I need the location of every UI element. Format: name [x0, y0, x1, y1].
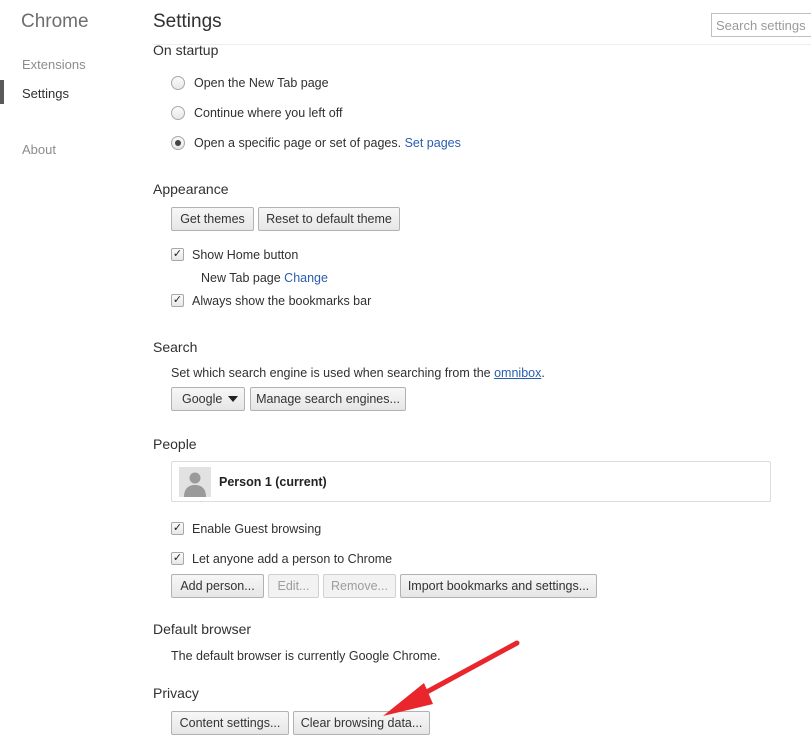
- person-name: Person 1 (current): [219, 475, 327, 489]
- anyone-add-label: Let anyone add a person to Chrome: [192, 552, 393, 566]
- search-engine-select[interactable]: Google: [171, 387, 245, 411]
- home-page-row: New Tab page Change: [201, 271, 328, 285]
- startup-label-continue: Continue where you left off: [194, 106, 343, 120]
- search-heading: Search: [153, 339, 198, 355]
- show-bookmarks-label: Always show the bookmarks bar: [192, 294, 372, 308]
- get-themes-button[interactable]: Get themes: [171, 207, 254, 231]
- startup-radio-new-tab[interactable]: [171, 76, 185, 90]
- people-heading: People: [153, 436, 197, 452]
- default-browser-text: The default browser is currently Google …: [171, 649, 441, 663]
- page-title: Settings: [153, 11, 222, 32]
- home-change-link[interactable]: Change: [284, 271, 328, 285]
- search-settings-input[interactable]: [711, 13, 811, 37]
- dropdown-arrow-icon: [228, 396, 238, 402]
- sidebar-item-extensions[interactable]: Extensions: [22, 57, 86, 72]
- startup-heading: On startup: [153, 42, 219, 58]
- content-settings-button[interactable]: Content settings...: [171, 711, 289, 735]
- import-bookmarks-button[interactable]: Import bookmarks and settings...: [400, 574, 597, 598]
- person-avatar-icon: [184, 472, 206, 497]
- search-description-row: Set which search engine is used when sea…: [171, 366, 545, 380]
- home-page-text: New Tab page: [201, 271, 281, 285]
- show-home-label: Show Home button: [192, 248, 299, 262]
- sidebar-active-marker: [0, 80, 4, 104]
- sidebar-item-settings[interactable]: Settings: [22, 86, 69, 101]
- default-browser-heading: Default browser: [153, 621, 252, 637]
- person-card[interactable]: Person 1 (current): [171, 461, 771, 502]
- search-description-period: .: [541, 366, 545, 380]
- anyone-add-checkbox[interactable]: ✓: [171, 552, 184, 565]
- startup-label-specific: Open a specific page or set of pages.: [194, 136, 402, 150]
- startup-specific-row: Open a specific page or set of pages. Se…: [194, 136, 461, 150]
- manage-search-engines-button[interactable]: Manage search engines...: [250, 387, 406, 411]
- omnibox-link[interactable]: omnibox: [494, 366, 541, 380]
- startup-radio-specific[interactable]: [171, 136, 185, 150]
- edit-person-button[interactable]: Edit...: [268, 574, 319, 598]
- guest-browsing-label: Enable Guest browsing: [192, 522, 322, 536]
- brand-title: Chrome: [21, 11, 89, 32]
- avatar: [179, 467, 211, 497]
- guest-browsing-checkbox[interactable]: ✓: [171, 522, 184, 535]
- remove-person-button[interactable]: Remove...: [323, 574, 396, 598]
- appearance-heading: Appearance: [153, 181, 229, 197]
- search-engine-value: Google: [182, 392, 223, 406]
- show-home-checkbox[interactable]: ✓: [171, 248, 184, 261]
- header-divider: [153, 44, 811, 45]
- startup-radio-continue[interactable]: [171, 106, 185, 120]
- reset-theme-button[interactable]: Reset to default theme: [258, 207, 400, 231]
- clear-browsing-data-button[interactable]: Clear browsing data...: [293, 711, 430, 735]
- sidebar-item-about[interactable]: About: [22, 142, 56, 157]
- privacy-heading: Privacy: [153, 685, 199, 701]
- search-description: Set which search engine is used when sea…: [171, 366, 491, 380]
- add-person-button[interactable]: Add person...: [171, 574, 264, 598]
- show-bookmarks-checkbox[interactable]: ✓: [171, 294, 184, 307]
- startup-label-new-tab: Open the New Tab page: [194, 76, 329, 90]
- set-pages-link[interactable]: Set pages: [405, 136, 461, 150]
